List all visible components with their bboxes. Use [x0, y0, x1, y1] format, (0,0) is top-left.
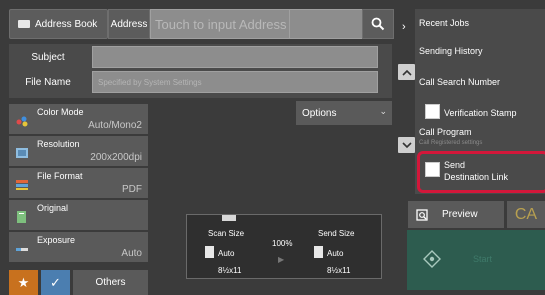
setting-label: File Format	[37, 171, 83, 181]
setting-value: Auto	[121, 248, 142, 259]
sending-history-item[interactable]: Sending History	[419, 46, 545, 56]
scanner-icon	[222, 215, 236, 221]
file-format-icon	[16, 180, 28, 190]
check-button[interactable]: ✓	[41, 270, 70, 295]
setting-value: PDF	[122, 184, 142, 195]
setting-value: 200x200dpi	[90, 152, 142, 163]
scan-size-value: Auto	[218, 249, 235, 258]
setting-original[interactable]: Original	[9, 200, 148, 231]
scanner-send-screen: Address Book Address Touch to input Addr…	[0, 0, 545, 295]
send-paper-size: 8½x11	[327, 266, 351, 275]
subject-field[interactable]	[92, 46, 378, 68]
address-label: Address	[108, 9, 150, 39]
start-button[interactable]: Start	[407, 230, 545, 290]
setting-label: Original	[37, 203, 69, 213]
ca-button[interactable]: CA	[507, 201, 545, 228]
resolution-icon	[16, 148, 28, 158]
setting-label: Resolution	[37, 139, 80, 149]
original-icon	[17, 211, 26, 223]
call-program-item[interactable]: Call Program	[419, 127, 545, 137]
preview-button[interactable]: Preview	[408, 201, 504, 228]
highlight-frame	[417, 151, 545, 193]
chevron-right-icon[interactable]: ›	[402, 21, 406, 33]
checkmark-icon: ✓	[50, 274, 61, 290]
call-registered-settings-item[interactable]: Call Registered settings	[419, 140, 545, 146]
address-input[interactable]: Touch to input Address	[150, 9, 290, 39]
scroll-down-button[interactable]	[398, 137, 415, 153]
star-icon: ★	[17, 274, 30, 290]
chevron-down-icon	[401, 141, 412, 148]
address-book-label: Address Book	[35, 18, 98, 30]
verification-stamp-label: Verification Stamp	[444, 108, 517, 118]
setting-resolution[interactable]: Resolution 200x200dpi	[9, 136, 148, 167]
start-diamond-icon	[423, 250, 441, 268]
setting-color-mode[interactable]: Color Mode Auto/Mono2	[9, 104, 148, 135]
options-label: Options	[302, 107, 337, 119]
scan-size-label: Scan Size	[208, 229, 245, 238]
exposure-icon	[16, 248, 28, 251]
arrow-right-icon: ▶	[278, 255, 285, 264]
setting-value: Auto/Mono2	[88, 120, 142, 131]
search-button[interactable]	[362, 9, 394, 39]
verification-stamp-checkbox[interactable]	[425, 104, 440, 119]
setting-exposure[interactable]: Exposure Auto	[9, 232, 148, 263]
others-button[interactable]: Others	[73, 270, 148, 295]
setting-label: Color Mode	[37, 107, 84, 117]
address-input-extension[interactable]	[290, 9, 362, 39]
address-book-button[interactable]: Address Book	[9, 9, 108, 39]
chevron-down-icon: ⌄	[379, 106, 387, 116]
preview-label: Preview	[442, 209, 478, 220]
start-label: Start	[473, 254, 493, 264]
favorite-button[interactable]: ★	[9, 270, 38, 295]
chevron-up-icon	[401, 69, 412, 76]
setting-file-format[interactable]: File Format PDF	[9, 168, 148, 199]
send-size-label: Send Size	[318, 229, 355, 238]
subject-label: Subject	[31, 51, 65, 63]
ratio-value: 100%	[272, 239, 293, 248]
scan-paper-size: 8½x11	[218, 266, 242, 275]
search-icon	[371, 17, 385, 31]
scan-paper-icon	[205, 246, 214, 258]
options-dropdown[interactable]: Options ⌄	[296, 101, 392, 125]
address-book-icon	[18, 20, 30, 28]
filename-field[interactable]: Specified by System Settings	[92, 71, 378, 93]
scroll-up-button[interactable]	[398, 64, 415, 80]
send-size-value: Auto	[327, 249, 344, 258]
color-mode-icon	[16, 116, 28, 127]
call-search-number-item[interactable]: Call Search Number	[419, 77, 545, 87]
send-paper-icon	[314, 246, 323, 258]
preview-icon	[416, 208, 428, 221]
recent-jobs-item[interactable]: Recent Jobs	[419, 18, 545, 28]
filename-label: File Name	[25, 76, 71, 88]
setting-label: Exposure	[37, 235, 76, 245]
